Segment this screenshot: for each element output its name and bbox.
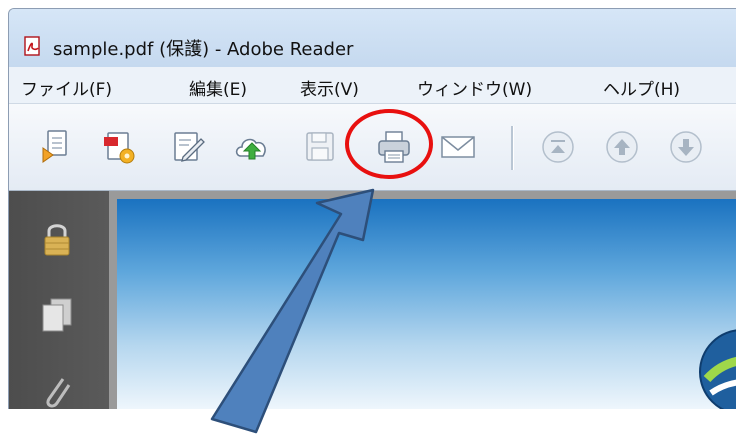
title-bar: sample.pdf (保護) - Adobe Reader xyxy=(9,9,736,67)
pages-icon[interactable] xyxy=(37,295,77,335)
attachments-icon[interactable] xyxy=(37,371,77,409)
menu-file[interactable]: ファイル(F) xyxy=(21,75,112,100)
edit-document-icon[interactable] xyxy=(169,128,207,166)
menu-window[interactable]: ウィンドウ(W) xyxy=(417,75,532,100)
save-icon[interactable] xyxy=(301,128,339,166)
document-view[interactable] xyxy=(109,191,736,409)
window-title: sample.pdf (保護) - Adobe Reader xyxy=(53,39,354,60)
pdf-page xyxy=(117,199,736,409)
globe-logo-icon xyxy=(697,327,736,409)
cloud-upload-icon[interactable] xyxy=(233,128,271,166)
highlight-circle xyxy=(345,109,433,179)
lock-icon[interactable] xyxy=(37,219,77,259)
email-icon[interactable] xyxy=(439,128,477,166)
pdf-app-icon xyxy=(23,36,43,56)
menu-bar: ファイル(F) 編集(E) 表示(V) ウィンドウ(W) ヘルプ(H) xyxy=(9,67,736,104)
first-page-icon[interactable] xyxy=(539,128,577,166)
toolbar-separator xyxy=(511,126,514,170)
open-document-icon[interactable] xyxy=(39,128,77,166)
navigation-pane xyxy=(9,191,109,409)
screenshot-stage: sample.pdf (保護) - Adobe Reader ファイル(F) 編… xyxy=(0,0,736,445)
create-pdf-icon[interactable] xyxy=(101,128,139,166)
adobe-reader-window: sample.pdf (保護) - Adobe Reader ファイル(F) 編… xyxy=(8,8,736,409)
menu-edit[interactable]: 編集(E) xyxy=(189,75,247,100)
previous-page-icon[interactable] xyxy=(603,128,641,166)
next-page-icon[interactable] xyxy=(667,128,705,166)
menu-help[interactable]: ヘルプ(H) xyxy=(603,75,680,100)
menu-view[interactable]: 表示(V) xyxy=(300,75,359,100)
